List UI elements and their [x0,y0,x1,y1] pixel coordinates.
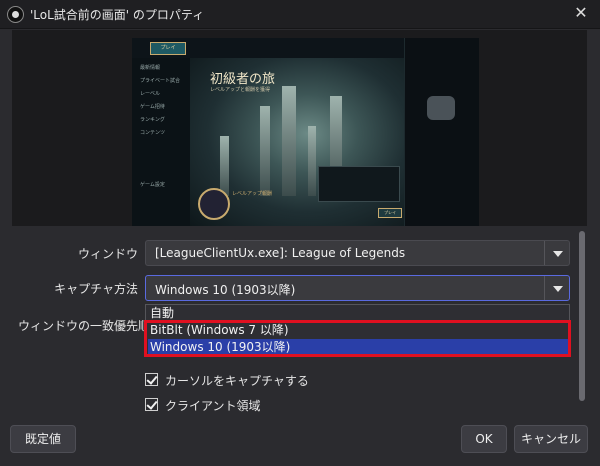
game-nav-item: コンテンツ [140,130,166,136]
dropdown-option-bitblt[interactable]: BitBlt (Windows 7 以降) [148,322,568,339]
tower-shape [260,106,270,196]
social-face-icon [427,96,455,120]
game-nav-item: ランキング [140,117,165,123]
dropdown-option-windows10[interactable]: Windows 10 (1903以降) [148,339,568,356]
capture-method-label: キャプチャ方法 [54,282,138,296]
tower-shape [308,126,316,196]
game-subheading: レベルアップと報酬を獲得 [210,87,271,93]
capture-cursor-label: カーソルをキャプチャする [165,374,309,388]
window-priority-label: ウィンドウの一致優先順位 [18,319,163,333]
chevron-down-icon [553,286,563,292]
obs-app-icon [7,6,24,23]
game-play-button-2: プレイ [378,208,402,218]
cancel-button[interactable]: キャンセル [514,425,588,453]
window-select-toggle[interactable] [544,241,569,265]
game-play-button: プレイ [150,42,186,55]
dropdown-option-auto[interactable]: 自動 [148,305,568,322]
capture-method-toggle[interactable] [544,276,569,300]
game-preview: プレイ 最新情報 プライベート試合 レーベル ゲーム招待 ランキング コンテンツ… [132,38,479,226]
game-nav-item [140,155,190,162]
scrollbar-thumb[interactable] [579,231,585,401]
game-heading: 初級者の旅 [210,72,276,87]
game-right-panel [404,38,479,226]
player-avatar [198,188,230,220]
game-left-nav: 最新情報 プライベート試合 レーベル ゲーム招待 ランキング コンテンツ ゲーム… [132,58,191,226]
capture-method-dropdown: 自動 BitBlt (Windows 7 以降) Windows 10 (190… [145,304,570,357]
defaults-button[interactable]: 既定値 [10,425,76,453]
ok-button[interactable]: OK [461,425,507,453]
game-info-card [318,166,400,202]
capture-method-select[interactable]: Windows 10 (1903以降) [145,275,570,301]
title-bar: 'LoL試合前の画面' のプロパティ ✕ [0,0,600,29]
chevron-down-icon [553,251,563,257]
window-select[interactable]: [LeagueClientUx.exe]: League of Legends [145,240,570,266]
preview-pane: プレイ 最新情報 プライベート試合 レーベル ゲーム招待 ランキング コンテンツ… [12,30,587,226]
window-label: ウィンドウ [77,247,138,261]
game-nav-item: ゲーム設定 [140,182,165,188]
game-nav-item: 最新情報 [140,65,161,71]
tower-shape [220,136,229,196]
capture-method-value: Windows 10 (1903以降) [155,283,296,297]
game-nav-item [140,168,190,175]
form-scrollbar[interactable] [578,231,586,419]
game-nav-item [140,142,190,149]
client-area-label: クライアント領域 [165,399,261,413]
tower-shape [282,86,296,196]
game-nav-item: ゲーム招待 [140,104,165,110]
game-nav-item: プライベート試合 [140,78,181,84]
window-title: 'LoL試合前の画面' のプロパティ [30,8,205,22]
client-area-checkbox[interactable] [145,398,158,411]
close-icon[interactable]: ✕ [570,2,592,24]
level-up-label: レベルアップ報酬 [232,191,273,197]
capture-cursor-checkbox[interactable] [145,373,158,386]
window-select-value: [LeagueClientUx.exe]: League of Legends [155,246,406,260]
game-nav-item: レーベル [140,91,161,97]
